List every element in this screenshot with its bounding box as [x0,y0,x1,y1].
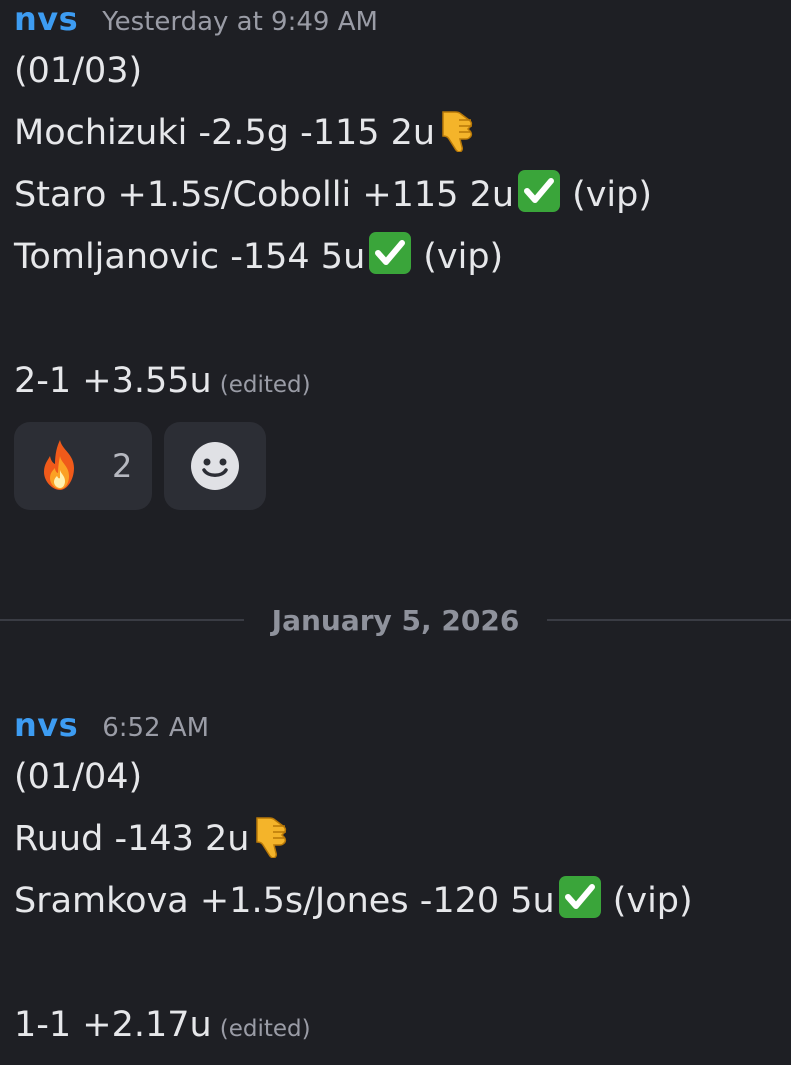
message-line: (01/04) [14,746,791,808]
divider-line [0,619,244,621]
timestamp: 6:52 AM [102,713,210,743]
edited-label: (edited) [219,372,311,398]
username[interactable]: nvs [14,0,78,38]
line-text: Sramkova +1.5s/Jones -120 5u [14,881,555,921]
summary-text: 1-1 +2.17u [14,1005,212,1045]
add-reaction-button[interactable] [164,422,266,510]
date-divider-label: January 5, 2026 [271,603,520,637]
thumbs-down-icon [251,812,297,858]
message-line: Mochizuki -2.5g -115 2u [14,102,791,164]
timestamp: Yesterday at 9:49 AM [102,7,378,37]
message-line: Staro +1.5s/Cobolli +115 2u (vip) [14,164,791,226]
thumbs-down-icon [437,106,483,152]
message-line: Tomljanovic -154 5u (vip) [14,226,791,288]
check-mark-icon [367,230,413,276]
line-text: (01/04) [14,757,143,797]
message-summary-line: 2-1 +3.55u (edited) [14,350,791,412]
divider-line [547,619,791,621]
edited-label: (edited) [219,1016,311,1042]
vip-tag: (vip) [572,175,653,215]
username[interactable]: nvs [14,706,78,744]
line-text: (01/03) [14,51,143,91]
line-text: Ruud -143 2u [14,819,250,859]
summary-text: 2-1 +3.55u [14,361,212,401]
line-text: Mochizuki -2.5g -115 2u [14,113,436,153]
vip-tag: (vip) [423,237,504,277]
message-1[interactable]: nvs Yesterday at 9:49 AM (01/03) Mochizu… [14,0,791,510]
message-2[interactable]: nvs 6:52 AM (01/04) Ruud -143 2u Sramkov… [14,706,791,1056]
message-line: Ruud -143 2u [14,808,791,870]
reaction-fire[interactable]: 2 [14,422,152,510]
reactions-bar: 2 [14,422,791,510]
message-line: (01/03) [14,40,791,102]
reaction-count: 2 [112,447,133,485]
message-line: Sramkova +1.5s/Jones -120 5u (vip) [14,870,791,932]
smile-add-reaction-icon [189,440,241,492]
message-summary-line: 1-1 +2.17u (edited) [14,994,791,1056]
message-header: nvs Yesterday at 9:49 AM [14,0,791,40]
fire-icon [34,438,86,494]
message-header: nvs 6:52 AM [14,706,791,746]
check-mark-icon [557,874,603,920]
vip-tag: (vip) [612,881,693,921]
check-mark-icon [516,168,562,214]
line-text: Tomljanovic -154 5u [14,237,366,277]
date-divider: January 5, 2026 [0,600,791,640]
line-text: Staro +1.5s/Cobolli +115 2u [14,175,515,215]
